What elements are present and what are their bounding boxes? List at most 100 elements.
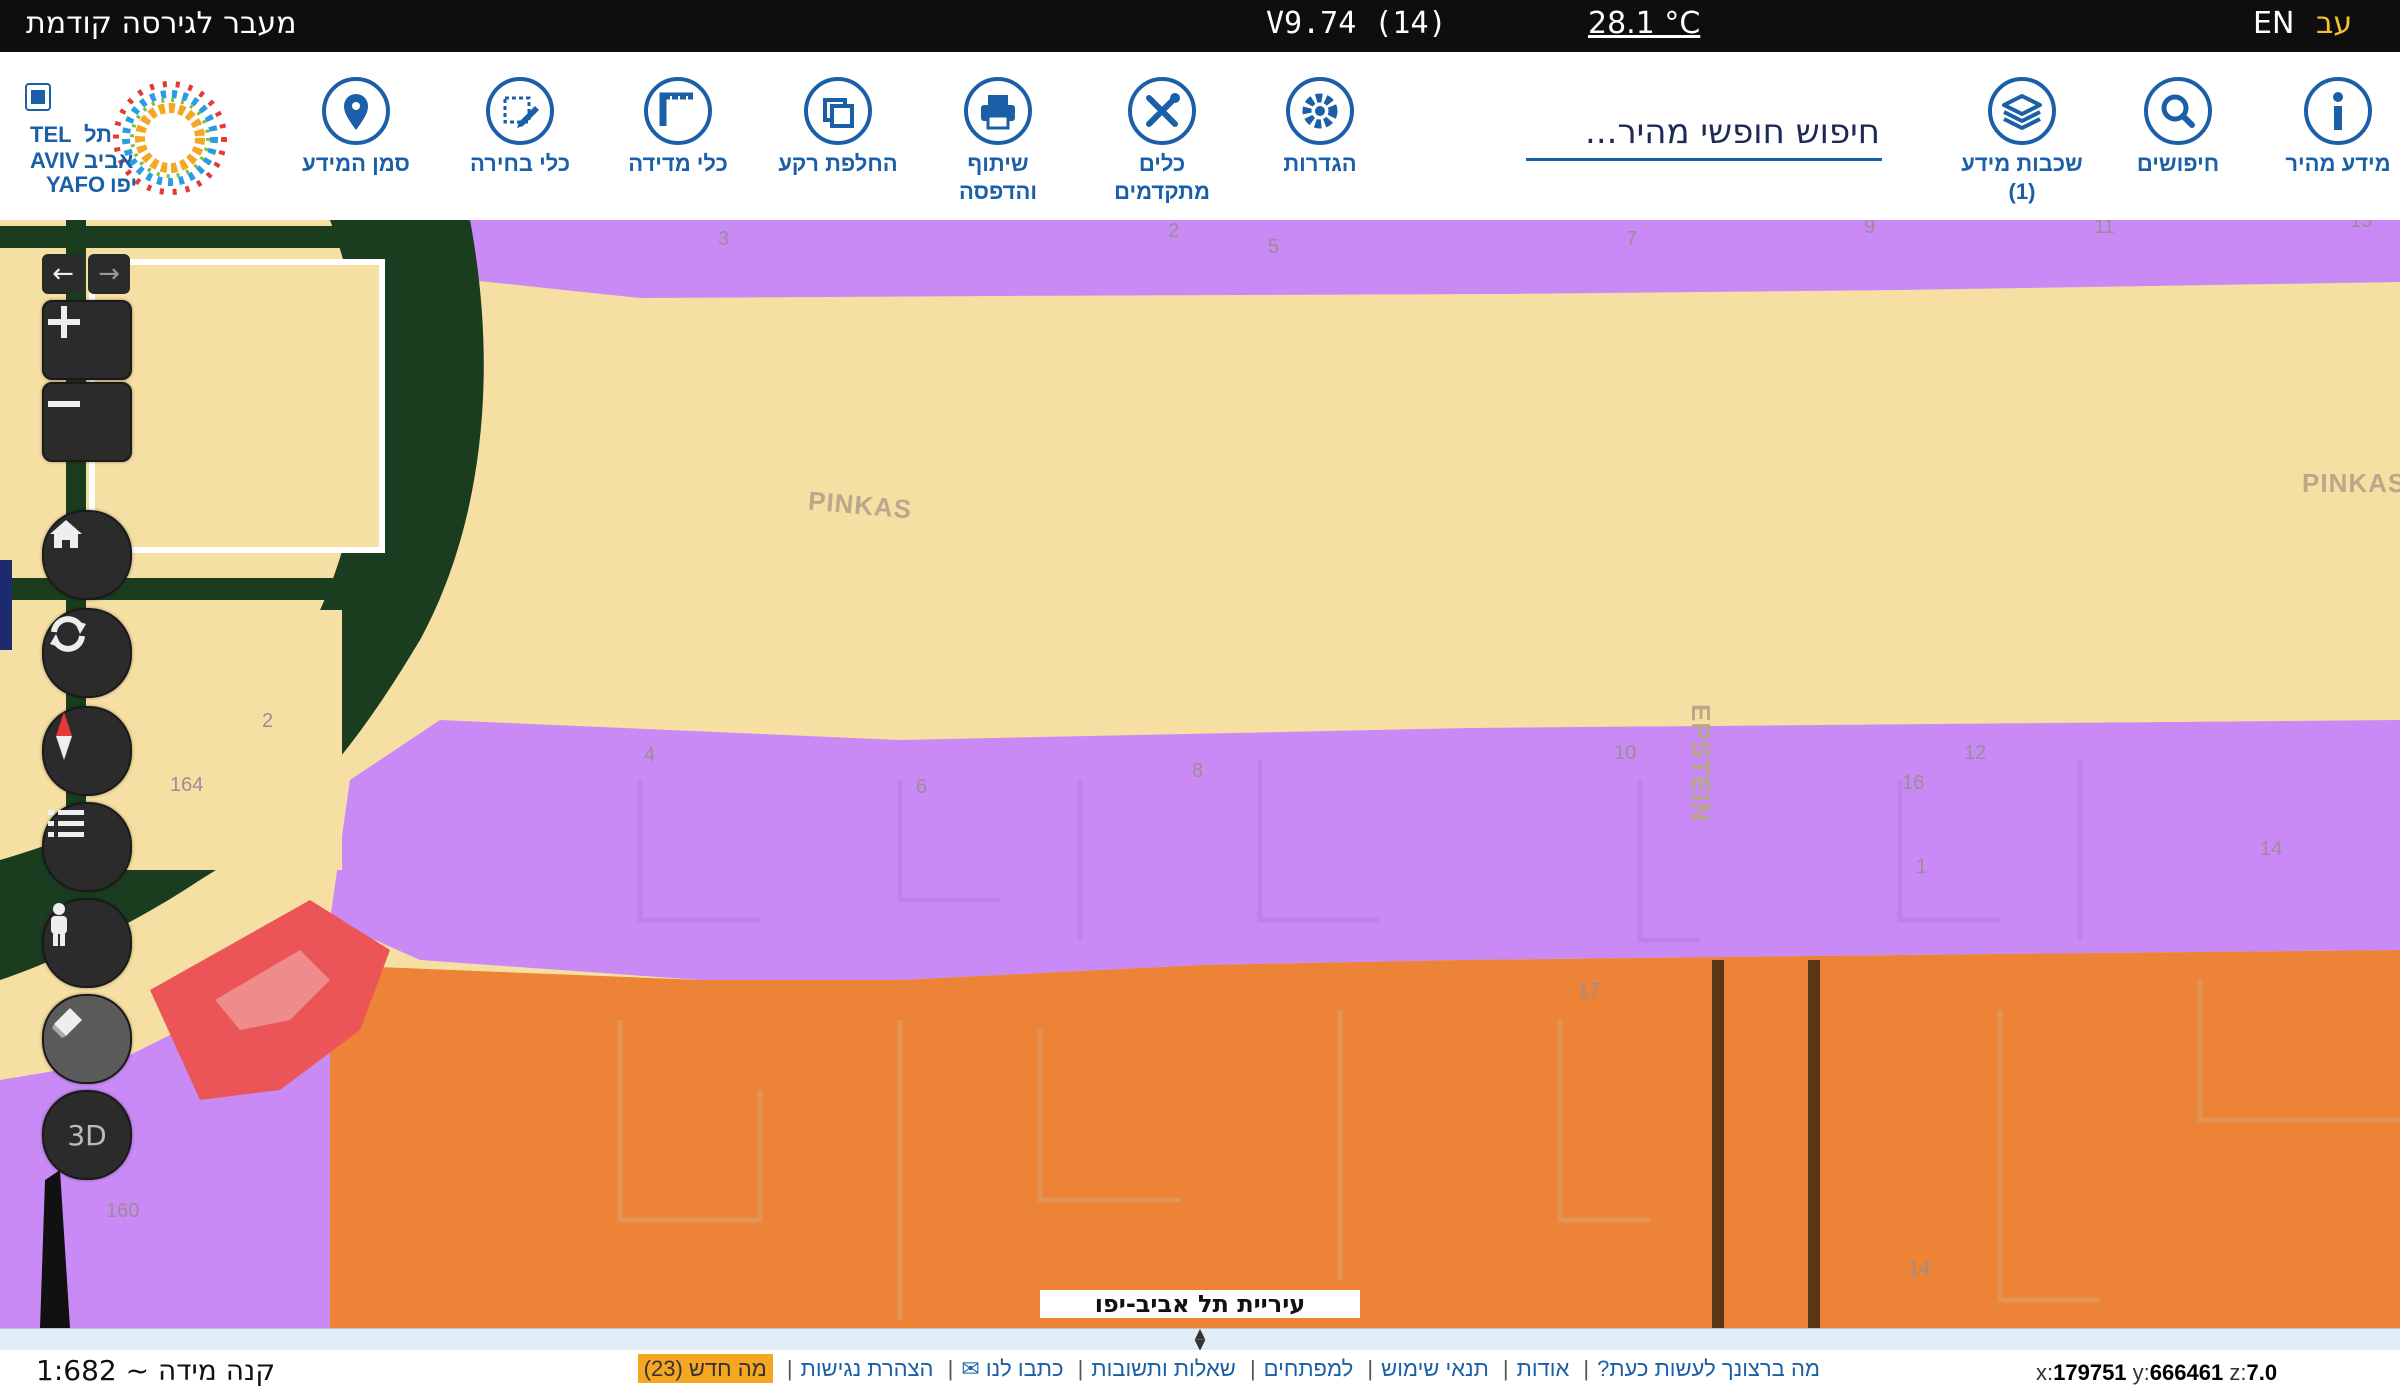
svg-text:TEL: TEL	[30, 122, 72, 147]
house-number: 14	[2260, 838, 2283, 860]
splitter-grip-icon[interactable]: ▲ ▼	[1190, 1327, 1210, 1352]
footer-separator: |	[786, 1356, 793, 1381]
basemap-button[interactable]: החלפת רקע	[748, 76, 928, 178]
eraser-button[interactable]	[42, 994, 132, 1084]
svg-text:תל: תל	[84, 122, 112, 147]
house-number: 5	[1268, 236, 1280, 258]
pegman-icon	[51, 903, 67, 946]
list-icon	[48, 810, 84, 837]
zoom-in-button[interactable]	[42, 300, 132, 380]
footer-link-developers[interactable]: למפתחים	[1264, 1356, 1354, 1381]
quick-info-button[interactable]: מידע מהיר	[2248, 76, 2400, 178]
info-marker-label: סמן המידע	[302, 151, 410, 176]
svg-text:אביב: אביב	[84, 148, 133, 173]
coord-y-value: 666461	[2149, 1360, 2224, 1385]
footer-link-about[interactable]: אודות	[1517, 1356, 1570, 1381]
info-layers-label: שכבות מידע (1)	[1961, 151, 2083, 204]
advanced-tools-label: כלים מתקדמים	[1114, 151, 1210, 204]
eraser-icon	[52, 1008, 82, 1038]
house-number: 14	[1908, 1258, 1931, 1280]
searches-label: חיפושים	[2136, 151, 2220, 176]
footer-separator: |	[947, 1356, 954, 1381]
pan-arrows: ← →	[42, 254, 130, 294]
coord-z-label: z:	[2229, 1360, 2247, 1385]
footer-separator: |	[1583, 1356, 1590, 1381]
house-number: 8	[1192, 760, 1204, 782]
previous-version-link[interactable]: מעבר לגירסה קודמת	[26, 4, 297, 44]
legend-list-button[interactable]	[42, 802, 132, 892]
footer-link-contact[interactable]: כתבו לנו ✉	[961, 1356, 1063, 1381]
coordinates-readout: x:179751 y:666461 z:7.0	[2036, 1360, 2277, 1386]
3d-toggle-button[interactable]: 3D	[42, 1090, 132, 1180]
basemap-label: החלפת רקע	[778, 151, 898, 176]
home-icon	[50, 520, 82, 548]
svg-text:AVIV: AVIV	[30, 148, 80, 173]
house-number: 11	[2094, 220, 2115, 238]
house-number: 12	[1964, 742, 1987, 764]
refresh-button[interactable]	[42, 608, 132, 698]
coord-y-label: y:	[2132, 1360, 2150, 1385]
map-view[interactable]: PINKAS PINKAS EPSTEIN 3 2 5 7 9 11 13 4 …	[0, 220, 2400, 1328]
zoom-out-button[interactable]	[42, 382, 132, 462]
plus-icon	[48, 306, 80, 338]
advanced-tools-button[interactable]: כלים מתקדמים	[1072, 76, 1252, 206]
house-number: 160	[106, 1200, 140, 1222]
house-number: 2	[262, 710, 274, 732]
city-emblem-icon	[25, 83, 51, 111]
city-attribution-label: עיריית תל אביב-יפו	[1040, 1290, 1360, 1318]
street-label-epstein: EPSTEIN	[1686, 704, 1716, 823]
search-icon	[2144, 77, 2212, 145]
pan-back-icon[interactable]: ←	[42, 254, 84, 294]
house-number: 2	[1168, 220, 1180, 242]
info-icon	[2304, 77, 2372, 145]
svg-text:YAFO: YAFO	[46, 172, 105, 197]
language-en-button[interactable]: EN	[2253, 4, 2294, 44]
map-pin-icon	[322, 77, 390, 145]
selection-tools-button[interactable]: כלי בחירה	[430, 76, 610, 178]
measure-tools-button[interactable]: כלי מדידה	[588, 76, 768, 178]
footer-links: מה ברצונך לעשות כעת? | אודות | תנאי שימוש |…	[580, 1354, 1820, 1388]
share-print-button[interactable]: שיתוף והדפסה	[908, 76, 1088, 206]
home-button[interactable]	[42, 510, 132, 600]
searches-button[interactable]: חיפושים	[2088, 76, 2268, 178]
info-layers-button[interactable]: שכבות מידע (1)	[1932, 76, 2112, 206]
ruler-icon	[644, 77, 712, 145]
selection-tools-label: כלי בחירה	[469, 151, 571, 176]
house-number: 164	[170, 774, 204, 796]
temperature-link[interactable]: 28.1 °C	[1588, 4, 1700, 44]
street-view-button[interactable]	[42, 898, 132, 988]
footer-link-what-now[interactable]: מה ברצונך לעשות כעת?	[1597, 1356, 1820, 1381]
svg-text:יפו: יפו	[110, 172, 137, 197]
house-number: 4	[644, 744, 656, 766]
tel-aviv-logo[interactable]: TEL תל AVIV אביב YAFO יפו	[22, 78, 252, 200]
footer-bar: קנה מידה ~ 1:682 מה ברצונך לעשות כעת? | א…	[0, 1350, 2400, 1392]
footer-separator: |	[1249, 1356, 1256, 1381]
version-label: V9.74 (14)	[1266, 6, 1447, 41]
footer-link-terms[interactable]: תנאי שימוש	[1381, 1356, 1489, 1381]
footer-separator: |	[1367, 1356, 1374, 1381]
house-number: 6	[916, 776, 928, 798]
house-number: 9	[1864, 220, 1876, 238]
share-print-label: שיתוף והדפסה	[958, 151, 1037, 204]
scale-readout: קנה מידה ~ 1:682	[36, 1354, 276, 1387]
footer-link-faq[interactable]: שאלות ותשובות	[1091, 1356, 1235, 1381]
coord-x-value: 179751	[2053, 1360, 2127, 1385]
main-toolbar: TEL תל AVIV אביב YAFO יפו מידע מהיר חיפו…	[0, 52, 2400, 220]
measure-tools-label: כלי מדידה	[628, 151, 728, 176]
whats-new-badge[interactable]: מה חדש (23)	[637, 1354, 773, 1383]
gear-icon	[1286, 77, 1354, 145]
house-number: 10	[1614, 742, 1637, 764]
panel-splitter[interactable]: ▲ ▼	[0, 1327, 2400, 1352]
refresh-icon	[50, 616, 86, 652]
select-pen-icon	[486, 77, 554, 145]
footer-link-accessibility[interactable]: הצהרת נגישות	[801, 1356, 934, 1381]
info-marker-button[interactable]: סמן המידע	[266, 76, 446, 178]
compass-button[interactable]	[42, 706, 132, 796]
language-he-button[interactable]: עב	[2316, 4, 2352, 44]
settings-button[interactable]: הגדרות	[1230, 76, 1410, 178]
house-number: 17	[1578, 980, 1601, 1002]
tools-icon	[1128, 77, 1196, 145]
pan-forward-icon[interactable]: →	[88, 254, 130, 294]
quick-search-input[interactable]	[1526, 106, 1882, 161]
printer-icon	[964, 77, 1032, 145]
